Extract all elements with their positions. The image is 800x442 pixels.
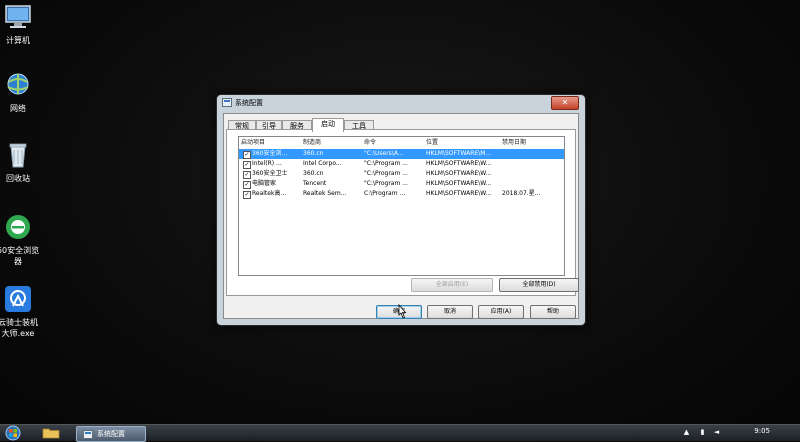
- desktop-icon-yunqishi[interactable]: 云骑士装机 大师.exe: [0, 284, 46, 339]
- item-command: C:\Program ...: [364, 190, 406, 197]
- desktop-icon-label: 云骑士装机 大师.exe: [0, 318, 38, 338]
- computer-icon: [5, 5, 31, 28]
- system-config-icon: [83, 430, 93, 439]
- column-header-item[interactable]: 启动项目: [241, 137, 265, 148]
- item-name: Realtek高...: [252, 190, 287, 197]
- list-item[interactable]: ✓ Realtek高... Realtek Sem... C:\Program …: [239, 189, 564, 199]
- window-title: 系统配置: [235, 99, 263, 107]
- window-titlebar[interactable]: 系统配置 ✕: [217, 95, 585, 111]
- item-location: HKLM\SOFTWARE\M...: [426, 150, 492, 157]
- item-checkbox[interactable]: ✓: [243, 171, 251, 179]
- item-checkbox[interactable]: ✓: [243, 161, 251, 169]
- cancel-button[interactable]: 取消: [427, 305, 473, 319]
- item-checkbox[interactable]: ✓: [243, 151, 251, 159]
- item-disabled-date: 2018.07.星...: [502, 190, 541, 197]
- system-configuration-window: 系统配置 ✕ 常规 引导 服务 启动 工具 启动项目 制造商 命令 位置 禁用日…: [216, 94, 586, 326]
- startup-items-list: 启动项目 制造商 命令 位置 禁用日期 ✓ 360安全浏... 360.cn "…: [238, 136, 565, 276]
- startup-panel: 启动项目 制造商 命令 位置 禁用日期 ✓ 360安全浏... 360.cn "…: [226, 129, 579, 296]
- list-item[interactable]: ✓ 电脑管家 Tencent "C:\Program ... HKLM\SOFT…: [239, 179, 564, 189]
- tray-arrow-icon[interactable]: ▲: [682, 428, 691, 437]
- item-command: "C:\Program ...: [364, 170, 408, 177]
- column-header-maker[interactable]: 制造商: [303, 137, 321, 148]
- item-maker: 360.cn: [303, 150, 324, 157]
- column-header-disabled-date[interactable]: 禁用日期: [502, 137, 526, 148]
- taskbar-explorer[interactable]: [38, 426, 64, 440]
- folder-icon: [42, 428, 60, 439]
- desktop-icon-360-browser[interactable]: 60安全浏览 器: [0, 212, 46, 267]
- item-checkbox[interactable]: ✓: [243, 191, 251, 199]
- item-name: 电脑管家: [252, 180, 277, 187]
- taskbar: 系统配置 ▲ ▮ ◄ 9:05: [0, 424, 800, 442]
- enable-all-button[interactable]: 全部启用(E): [411, 278, 493, 292]
- item-maker: Intel Corpo...: [303, 160, 342, 167]
- desktop-icon-recycle-bin[interactable]: 回收站: [0, 140, 46, 184]
- item-maker: Tencent: [303, 180, 327, 187]
- browser-icon: [6, 215, 30, 239]
- disable-all-button[interactable]: 全部禁用(D): [499, 278, 579, 292]
- list-item[interactable]: ✓ Intel(R) ... Intel Corpo... "C:\Progra…: [239, 159, 564, 169]
- tab-startup[interactable]: 启动: [312, 118, 344, 132]
- item-command: "C:\Program ...: [364, 160, 408, 167]
- taskbar-label: 系统配置: [97, 430, 125, 438]
- yunqishi-icon: [5, 286, 31, 312]
- item-name: Intel(R) ...: [252, 160, 282, 167]
- desktop-icon-computer[interactable]: 计算机: [0, 2, 46, 46]
- help-button[interactable]: 帮助: [530, 305, 576, 319]
- item-checkbox[interactable]: ✓: [243, 181, 251, 189]
- list-item[interactable]: ✓ 360安全卫士 360.cn "C:\Program ... HKLM\SO…: [239, 169, 564, 179]
- item-name: 360安全浏...: [252, 150, 288, 157]
- window-client-area: 常规 引导 服务 启动 工具 启动项目 制造商 命令 位置 禁用日期 ✓ 360…: [223, 113, 579, 319]
- list-header: 启动项目 制造商 命令 位置 禁用日期: [239, 137, 564, 148]
- desktop-icon-network[interactable]: 网络: [0, 70, 46, 114]
- item-location: HKLM\SOFTWARE\W...: [426, 170, 492, 177]
- item-maker: Realtek Sem...: [303, 190, 347, 197]
- item-command: "C:\Users\A...: [364, 150, 404, 157]
- volume-tray-icon[interactable]: ◄: [712, 428, 721, 437]
- desktop-icon-label: 网络: [10, 104, 26, 113]
- recycle-bin-icon: [9, 143, 27, 168]
- desktop-icon-label: 60安全浏览 器: [0, 246, 40, 266]
- network-icon: [7, 73, 29, 95]
- item-location: HKLM\SOFTWARE\W...: [426, 190, 492, 197]
- list-item[interactable]: ✓ 360安全浏... 360.cn "C:\Users\A... HKLM\S…: [239, 149, 564, 159]
- mouse-cursor-icon: [398, 304, 407, 319]
- item-location: HKLM\SOFTWARE\W...: [426, 160, 492, 167]
- close-button[interactable]: ✕: [551, 96, 579, 110]
- item-location: HKLM\SOFTWARE\W...: [426, 180, 492, 187]
- system-config-icon: [222, 98, 232, 107]
- column-header-location[interactable]: 位置: [426, 137, 438, 148]
- start-button-icon[interactable]: [4, 425, 22, 441]
- item-command: "C:\Program ...: [364, 180, 408, 187]
- column-header-command[interactable]: 命令: [364, 137, 376, 148]
- desktop-icon-label: 计算机: [6, 36, 30, 45]
- taskbar-clock[interactable]: 9:05: [754, 427, 770, 435]
- apply-button[interactable]: 应用(A): [478, 305, 524, 319]
- item-maker: 360.cn: [303, 170, 324, 177]
- network-tray-icon[interactable]: ▮: [698, 428, 707, 437]
- desktop-icon-label: 回收站: [6, 174, 30, 183]
- item-name: 360安全卫士: [252, 170, 288, 177]
